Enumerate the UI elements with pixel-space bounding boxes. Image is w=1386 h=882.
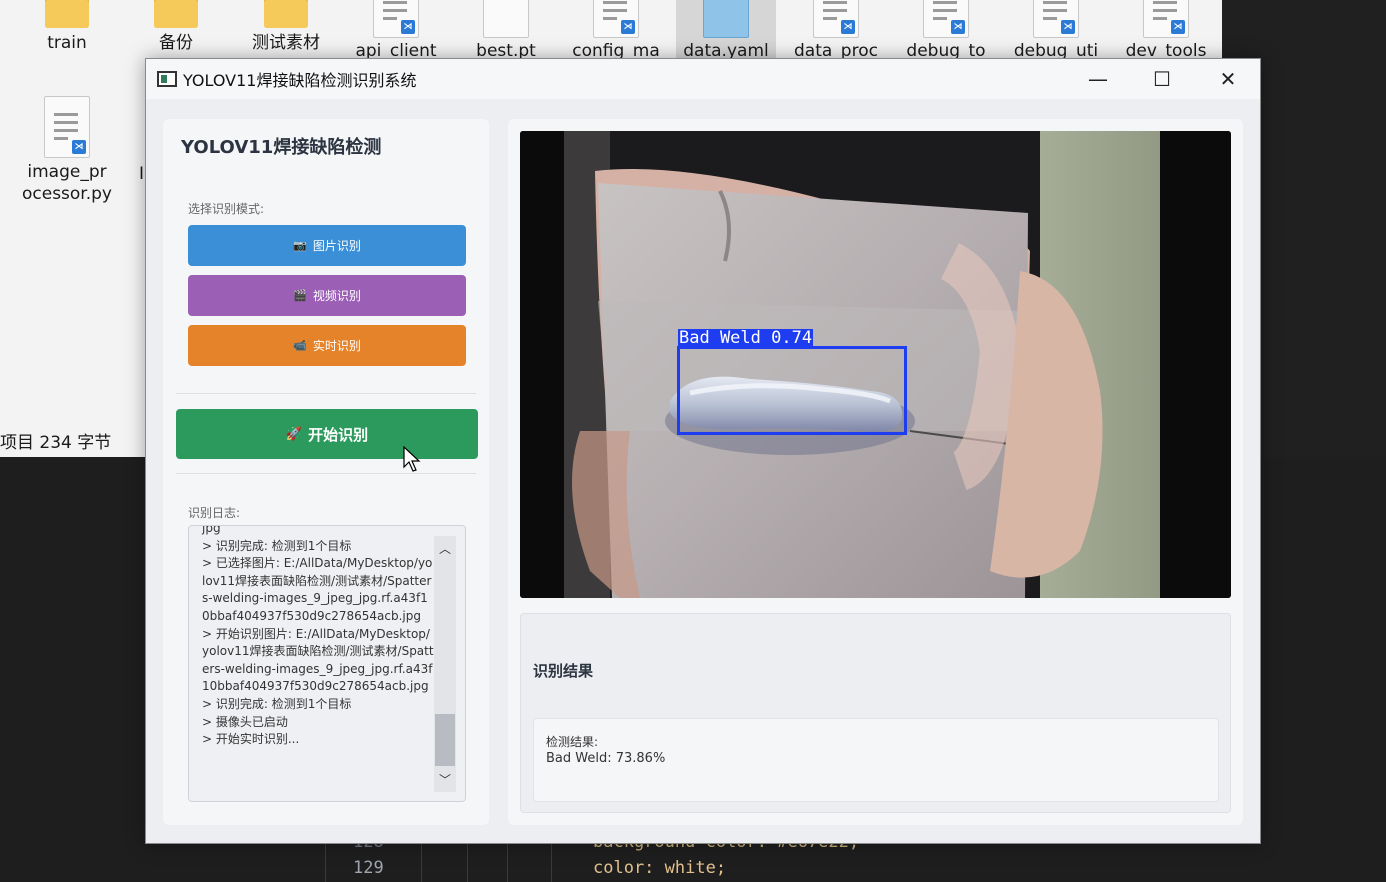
log-textbox[interactable]: jpg > 识别完成: 检测到1个目标 > 已选择图片: E:/AllData/My… bbox=[188, 525, 466, 802]
app-icon bbox=[157, 71, 177, 87]
file-item[interactable]: ⋊ dev_tools bbox=[1116, 0, 1216, 62]
mode-label: 选择识别模式: bbox=[188, 202, 265, 216]
line-number: 129 bbox=[353, 858, 384, 878]
realtime-mode-button[interactable]: 📹 实时识别 bbox=[188, 325, 466, 366]
file-item[interactable]: best.pt bbox=[456, 0, 556, 62]
minimize-icon: — bbox=[1088, 67, 1108, 91]
detection-bounding-box bbox=[677, 346, 907, 435]
file-item[interactable]: 测试素材 bbox=[236, 0, 336, 54]
scrollbar-thumb[interactable] bbox=[435, 714, 455, 766]
start-button-label: 开始识别 bbox=[308, 425, 369, 444]
divider bbox=[176, 393, 476, 394]
file-name: train bbox=[47, 33, 87, 53]
log-line: > 开始识别图片: E:/AllData/MyDesktop/yolov11焊接… bbox=[202, 626, 434, 694]
results-title: 识别结果 bbox=[533, 662, 594, 680]
yaml-file-icon bbox=[703, 0, 749, 38]
close-button[interactable]: ✕ bbox=[1196, 59, 1260, 99]
log-content: jpg > 识别完成: 检测到1个目标 > 已选择图片: E:/AllData/My… bbox=[202, 525, 434, 749]
file-item[interactable]: ⋊ debug_uti bbox=[1006, 0, 1106, 62]
file-item[interactable]: ⋊ api_client bbox=[346, 0, 446, 62]
editor-divider bbox=[421, 842, 422, 882]
log-line: jpg bbox=[202, 525, 221, 535]
detection-label: Bad Weld 0.74 bbox=[678, 328, 814, 348]
python-file-icon: ⋊ bbox=[1033, 0, 1079, 38]
folder-icon bbox=[264, 0, 308, 28]
partial-file-label: I bbox=[139, 164, 145, 184]
file-item[interactable]: data.yaml bbox=[676, 0, 776, 62]
camera-icon: 📷 bbox=[293, 239, 307, 252]
video-mode-button[interactable]: 🎬 视频识别 bbox=[188, 275, 466, 316]
code-line: color: white; bbox=[593, 858, 727, 878]
log-scrollbar[interactable]: ︿ ﹀ bbox=[434, 536, 456, 792]
image-mode-button[interactable]: 📷 图片识别 bbox=[188, 225, 466, 266]
python-file-icon: ⋊ bbox=[923, 0, 969, 38]
log-line: > 已选择图片: E:/AllData/MyDesktop/yolov11焊接表… bbox=[202, 556, 433, 623]
editor-divider bbox=[551, 842, 552, 882]
log-line: > 摄像头已启动 bbox=[202, 714, 288, 729]
python-file-icon: ⋊ bbox=[593, 0, 639, 38]
editor-divider bbox=[325, 842, 326, 882]
rocket-icon: 🚀 bbox=[285, 426, 303, 442]
app-window: YOLOV11焊接缺陷检测识别系统 — ☐ ✕ YOLOV11焊接缺陷检测 选择… bbox=[145, 58, 1261, 844]
file-name: 备份 bbox=[159, 33, 193, 53]
app-heading: YOLOV11焊接缺陷检测 bbox=[181, 137, 382, 158]
results-panel: 识别结果 检测结果: Bad Weld: 73.86% bbox=[520, 613, 1231, 813]
file-name: 测试素材 bbox=[252, 33, 320, 53]
mode-button-label: 图片识别 bbox=[312, 239, 361, 253]
mode-button-label: 实时识别 bbox=[312, 339, 361, 353]
file-name-line1: image_pr bbox=[27, 162, 107, 182]
folder-icon bbox=[154, 0, 198, 28]
file-item[interactable]: ⋊ debug_to bbox=[896, 0, 996, 62]
log-label: 识别日志: bbox=[188, 506, 241, 520]
python-file-icon: ⋊ bbox=[373, 0, 419, 38]
scroll-up-icon[interactable]: ︿ bbox=[434, 540, 456, 557]
close-icon: ✕ bbox=[1219, 67, 1237, 91]
start-detection-button[interactable]: 🚀 开始识别 bbox=[176, 409, 478, 459]
maximize-button[interactable]: ☐ bbox=[1130, 59, 1194, 99]
divider bbox=[176, 473, 476, 474]
mouse-pointer-icon bbox=[403, 446, 421, 472]
detection-image-view: Bad Weld 0.74 bbox=[520, 131, 1231, 598]
file-icon bbox=[483, 0, 529, 38]
title-bar[interactable]: YOLOV11焊接缺陷检测识别系统 — ☐ ✕ bbox=[146, 59, 1260, 99]
file-item-image-processor[interactable]: ⋊ image_pr ocessor.py bbox=[17, 96, 117, 205]
clapperboard-icon: 🎬 bbox=[293, 289, 307, 302]
window-title: YOLOV11焊接缺陷检测识别系统 bbox=[183, 71, 417, 90]
python-file-icon: ⋊ bbox=[813, 0, 859, 38]
results-line: Bad Weld: 73.86% bbox=[546, 751, 666, 766]
file-name-line2: ocessor.py bbox=[21, 184, 112, 204]
file-item[interactable]: ⋊ config_ma bbox=[566, 0, 666, 62]
webcam-icon: 📹 bbox=[293, 339, 307, 352]
python-file-icon: ⋊ bbox=[44, 96, 90, 158]
editor-divider bbox=[507, 842, 508, 882]
file-item[interactable]: 备份 bbox=[126, 0, 226, 54]
log-line: > 识别完成: 检测到1个目标 bbox=[202, 538, 352, 553]
minimize-button[interactable]: — bbox=[1066, 59, 1130, 99]
python-file-icon: ⋊ bbox=[1143, 0, 1189, 38]
scroll-down-icon[interactable]: ﹀ bbox=[434, 771, 456, 788]
log-line: > 开始实时识别... bbox=[202, 732, 300, 747]
file-item[interactable]: ⋊ data_proc bbox=[786, 0, 886, 62]
mode-button-label: 视频识别 bbox=[312, 289, 361, 303]
explorer-status-text: 项目 234 字节 bbox=[0, 433, 112, 453]
folder-icon bbox=[45, 0, 89, 28]
results-textbox[interactable]: 检测结果: Bad Weld: 73.86% bbox=[533, 718, 1219, 802]
file-item[interactable]: train bbox=[17, 0, 117, 54]
editor-divider bbox=[467, 842, 468, 882]
log-line: > 识别完成: 检测到1个目标 bbox=[202, 696, 352, 711]
maximize-icon: ☐ bbox=[1153, 67, 1171, 91]
results-header: 检测结果: bbox=[546, 735, 599, 749]
